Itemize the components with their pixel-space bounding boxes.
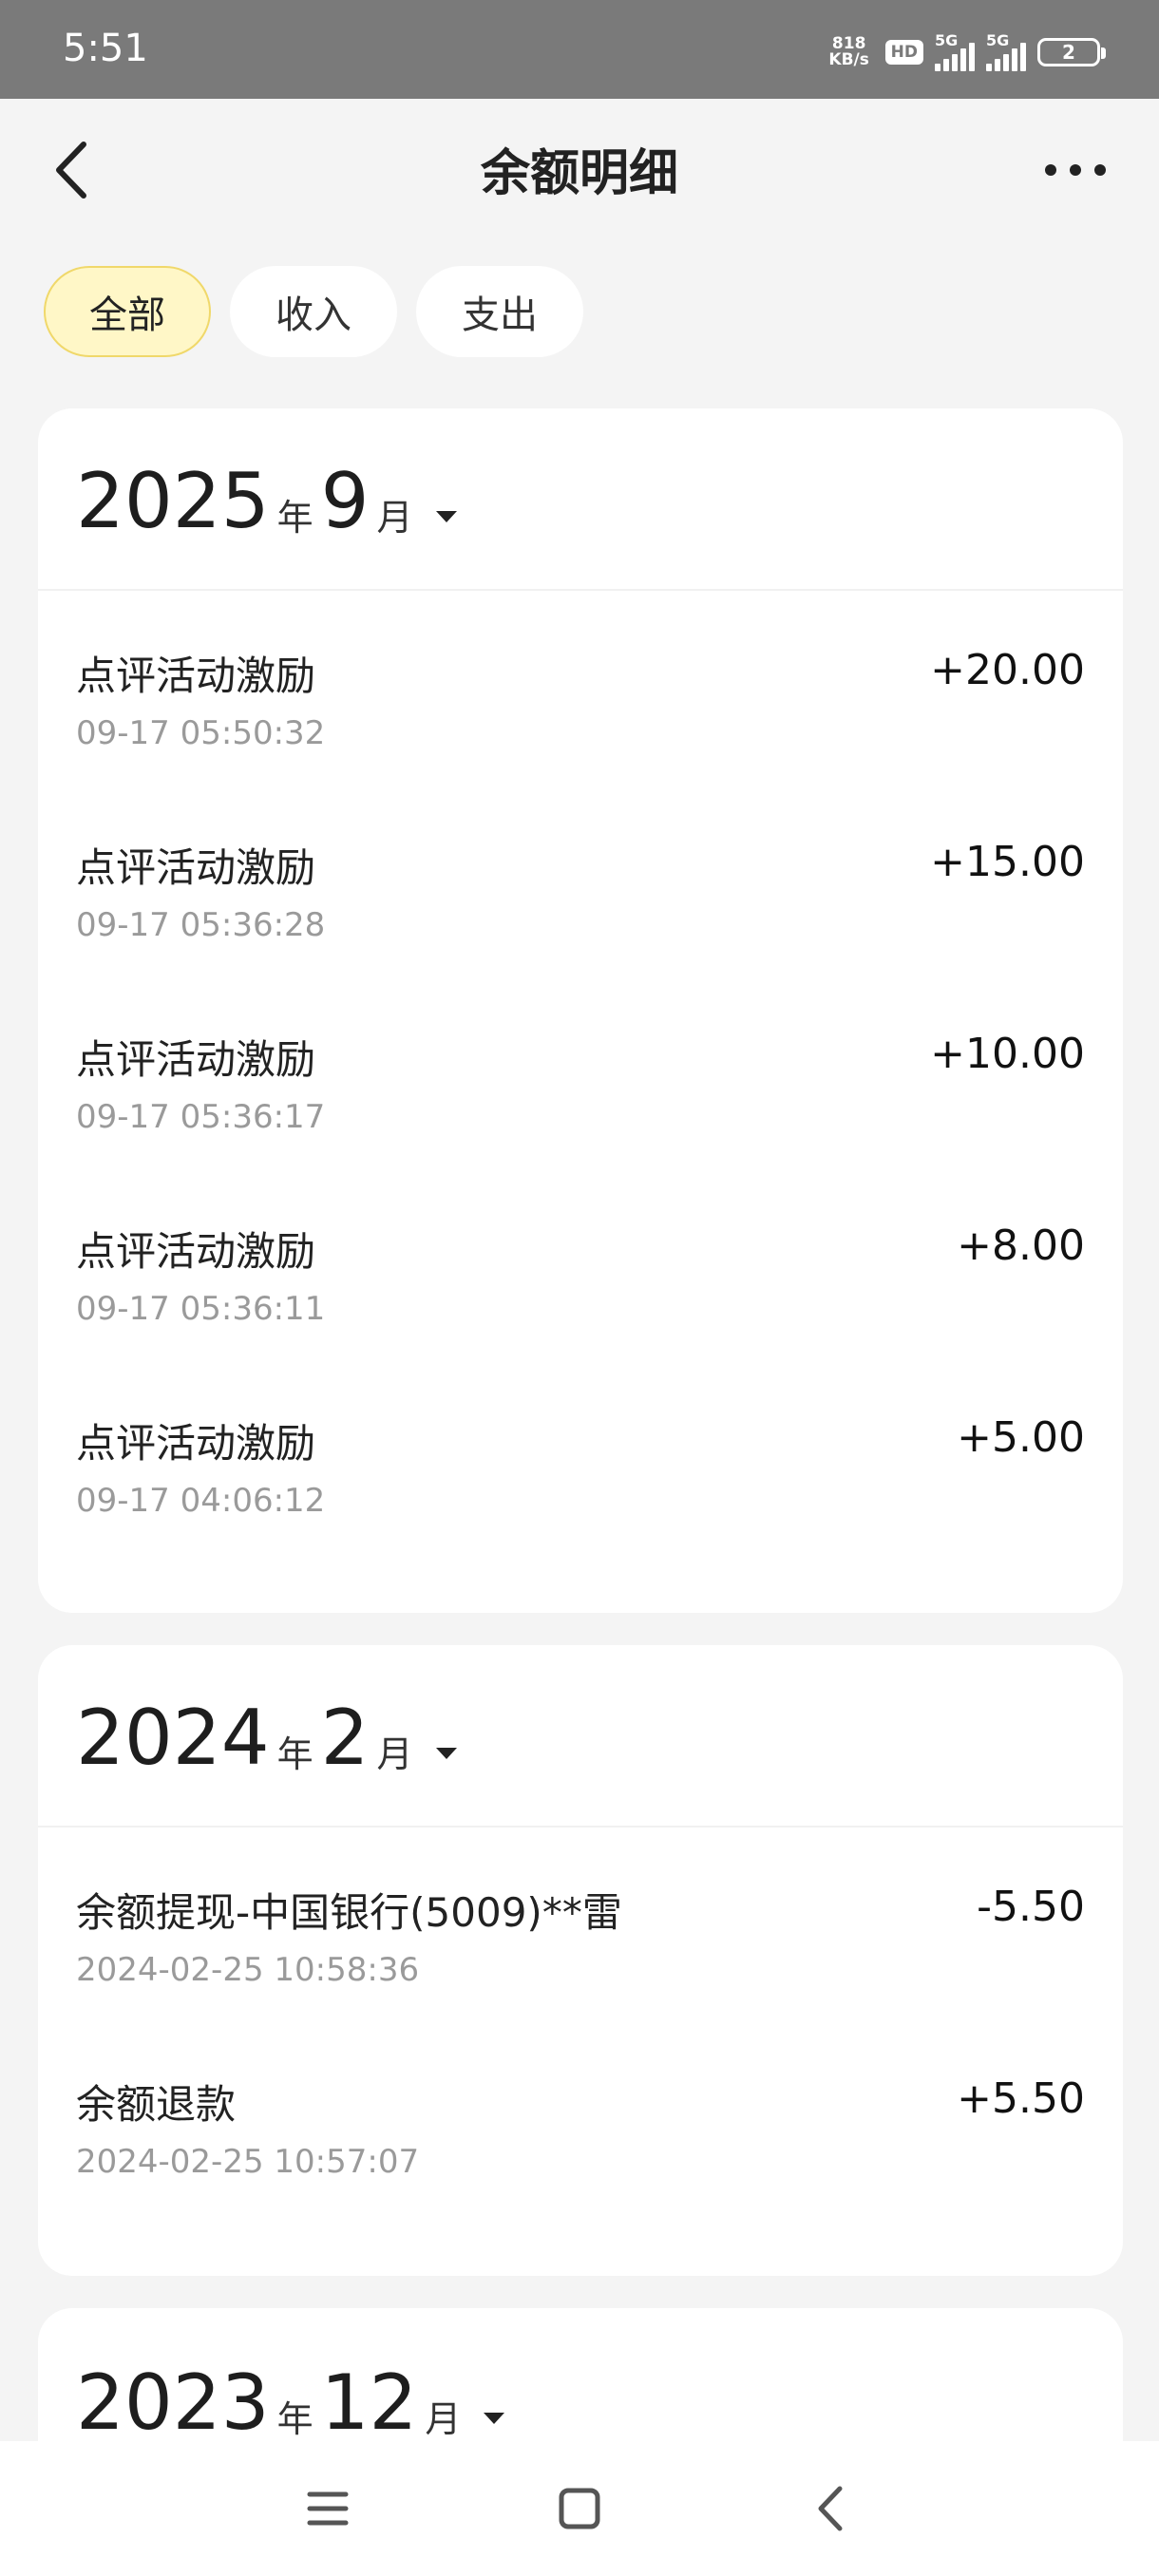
home-square-icon bbox=[559, 2488, 600, 2529]
page-title: 余额明细 bbox=[480, 145, 678, 202]
month-card: 2025 年 9 月 点评活动激励 09-17 05:50:32 +20.00 … bbox=[38, 408, 1123, 1613]
app-header: 余额明细 bbox=[0, 99, 1159, 234]
transaction-row[interactable]: 余额退款 2024-02-25 10:57:07 +5.50 bbox=[38, 2073, 1123, 2264]
battery-level: 2 bbox=[1062, 41, 1075, 64]
month-year: 2024 bbox=[76, 1694, 270, 1782]
transaction-row[interactable]: 点评活动激励 09-17 05:36:11 +8.00 bbox=[38, 1220, 1123, 1411]
month-selector[interactable]: 2024 年 2 月 bbox=[38, 1645, 1123, 1828]
net-speed-unit: KB/s bbox=[828, 50, 869, 69]
transaction-title: 点评活动激励 bbox=[76, 653, 316, 699]
tab-expense[interactable]: 支出 bbox=[416, 266, 583, 357]
transaction-amount: -5.50 bbox=[977, 1883, 1085, 1931]
transaction-amount: +8.00 bbox=[957, 1222, 1085, 1270]
transaction-time: 2024-02-25 10:58:36 bbox=[76, 1951, 420, 1989]
month-card: 2024 年 2 月 余额提现-中国银行(5009)**雷 2024-02-25… bbox=[38, 1645, 1123, 2276]
status-time: 5:51 bbox=[63, 27, 148, 70]
transaction-time: 09-17 05:36:11 bbox=[76, 1290, 326, 1328]
signal-label: 5G bbox=[935, 31, 959, 49]
transaction-title: 余额退款 bbox=[76, 2081, 237, 2128]
more-button[interactable] bbox=[1037, 146, 1113, 194]
transaction-time: 09-17 05:50:32 bbox=[76, 714, 326, 752]
transaction-row[interactable]: 余额提现-中国银行(5009)**雷 2024-02-25 10:58:36 -… bbox=[38, 1881, 1123, 2073]
signal-icon: 5G bbox=[935, 31, 975, 71]
month-unit: 月 bbox=[376, 497, 413, 539]
signal-icon-2: 5G bbox=[986, 31, 1026, 71]
month-number: 2 bbox=[320, 1694, 370, 1782]
net-speed: 818 KB/s bbox=[825, 36, 874, 68]
transaction-row[interactable]: 点评活动激励 09-17 04:06:12 +5.00 bbox=[38, 1411, 1123, 1603]
transaction-title: 余额提现-中国银行(5009)**雷 bbox=[76, 1889, 622, 1936]
month-unit: 月 bbox=[425, 2398, 462, 2440]
transaction-title: 点评活动激励 bbox=[76, 1420, 316, 1467]
transaction-title: 点评活动激励 bbox=[76, 1036, 316, 1083]
system-nav-bar bbox=[0, 2441, 1159, 2576]
transaction-time: 09-17 04:06:12 bbox=[76, 1482, 326, 1520]
month-unit: 月 bbox=[376, 1733, 413, 1775]
caret-down-icon bbox=[435, 1748, 457, 1759]
nav-back-icon bbox=[818, 2486, 843, 2531]
hd-icon: HD bbox=[884, 40, 923, 65]
more-dots-icon bbox=[1045, 164, 1106, 176]
month-year: 2025 bbox=[76, 457, 270, 545]
tab-income[interactable]: 收入 bbox=[230, 266, 397, 357]
transaction-amount: +10.00 bbox=[930, 1030, 1085, 1078]
transaction-title: 点评活动激励 bbox=[76, 844, 316, 891]
transaction-amount: +20.00 bbox=[930, 646, 1085, 694]
year-unit: 年 bbox=[276, 1733, 314, 1775]
year-unit: 年 bbox=[276, 497, 314, 539]
status-bar: 5:51 818 KB/s HD 5G 5G 2 bbox=[0, 0, 1159, 99]
transaction-time: 2024-02-25 10:57:07 bbox=[76, 2143, 420, 2181]
transaction-time: 09-17 05:36:17 bbox=[76, 1098, 326, 1136]
transaction-row[interactable]: 点评活动激励 09-17 05:36:28 +15.00 bbox=[38, 836, 1123, 1028]
month-year: 2023 bbox=[76, 2358, 270, 2447]
transaction-row[interactable]: 点评活动激励 09-17 05:50:32 +20.00 bbox=[38, 644, 1123, 836]
tab-all[interactable]: 全部 bbox=[44, 266, 211, 357]
caret-down-icon bbox=[484, 2413, 505, 2424]
month-number: 9 bbox=[320, 457, 370, 545]
menu-icon bbox=[307, 2491, 349, 2526]
transaction-amount: +5.00 bbox=[957, 1413, 1085, 1462]
nav-back-button[interactable] bbox=[800, 2477, 863, 2540]
month-number: 12 bbox=[320, 2358, 418, 2447]
nav-menu-button[interactable] bbox=[296, 2477, 359, 2540]
signal-label-2: 5G bbox=[986, 31, 1010, 49]
transaction-amount: +5.50 bbox=[957, 2074, 1085, 2123]
transaction-time: 09-17 05:36:28 bbox=[76, 906, 326, 944]
status-icons: 818 KB/s HD 5G 5G 2 bbox=[825, 28, 1106, 76]
nav-home-button[interactable] bbox=[548, 2477, 611, 2540]
battery-icon: 2 bbox=[1037, 38, 1106, 66]
transaction-row[interactable]: 点评活动激励 09-17 05:36:17 +10.00 bbox=[38, 1028, 1123, 1220]
year-unit: 年 bbox=[276, 2398, 314, 2440]
filter-tabs: 全部 收入 支出 bbox=[44, 266, 583, 357]
transaction-title: 点评活动激励 bbox=[76, 1228, 316, 1275]
month-selector[interactable]: 2025 年 9 月 bbox=[38, 408, 1123, 591]
transaction-amount: +15.00 bbox=[930, 838, 1085, 886]
caret-down-icon bbox=[435, 511, 457, 522]
